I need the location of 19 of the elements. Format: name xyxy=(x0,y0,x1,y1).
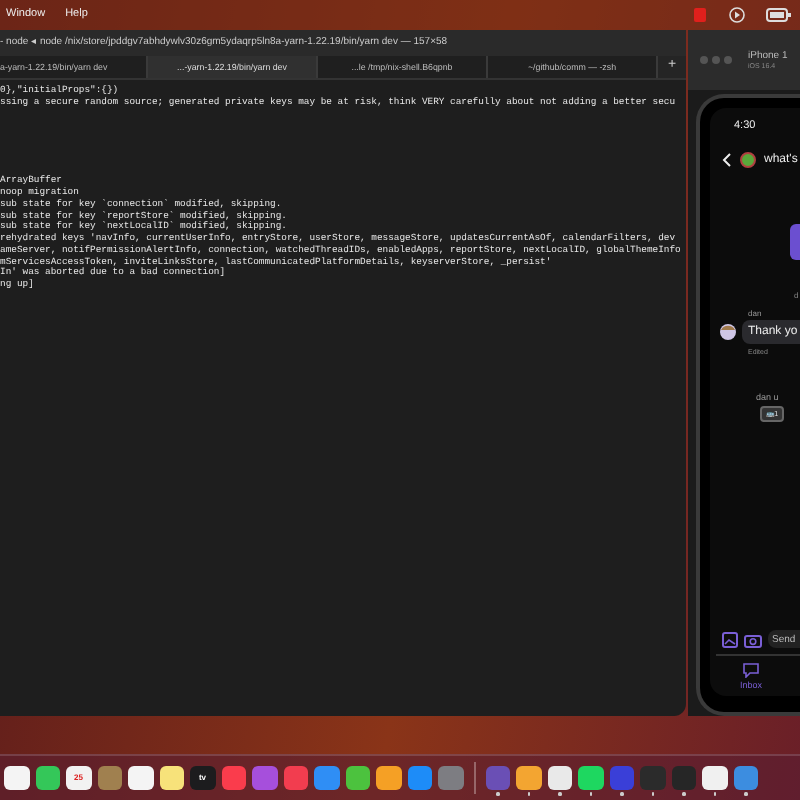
app-icon[interactable] xyxy=(35,765,60,791)
avatar-icon xyxy=(740,151,756,168)
message-bubble xyxy=(790,223,800,260)
battery-icon[interactable] xyxy=(766,7,792,22)
app-icon[interactable] xyxy=(345,765,370,791)
image-icon[interactable] xyxy=(722,631,738,648)
app-icon[interactable] xyxy=(4,765,29,791)
play-icon[interactable] xyxy=(728,5,746,24)
app-icon[interactable] xyxy=(128,765,153,791)
app-icon[interactable] xyxy=(376,765,401,791)
app-icon[interactable] xyxy=(516,765,541,791)
app-icon[interactable] xyxy=(547,765,572,791)
back-icon[interactable] xyxy=(722,151,732,168)
record-icon[interactable] xyxy=(692,5,708,24)
camera-icon[interactable] xyxy=(744,631,762,648)
app-icon[interactable] xyxy=(159,765,184,791)
app-icon[interactable] xyxy=(702,765,727,791)
app-icon[interactable] xyxy=(578,765,603,791)
avatar-icon xyxy=(720,323,736,340)
